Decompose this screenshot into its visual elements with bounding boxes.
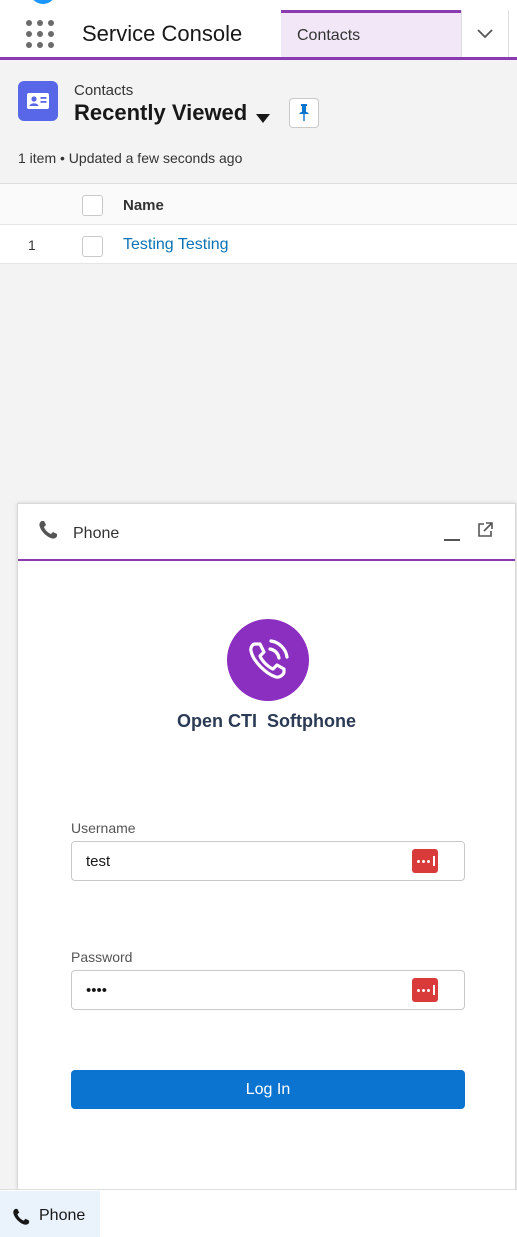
password-field[interactable] [71, 970, 465, 1010]
phone-icon [13, 1208, 30, 1225]
utility-item-phone[interactable]: Phone [0, 1191, 100, 1237]
username-input[interactable] [86, 850, 406, 872]
tab-contacts[interactable]: Contacts [281, 10, 461, 57]
minimize-icon[interactable] [444, 539, 460, 541]
global-header: Service Console Contacts [0, 0, 517, 60]
password-input[interactable] [86, 979, 406, 1001]
list-meta-status: 1 item • Updated a few seconds ago [18, 150, 243, 166]
panel-header: Phone [18, 504, 515, 561]
table-row: 1 Testing Testing [0, 225, 517, 264]
password-label: Password [71, 949, 133, 965]
utility-bar: Phone [0, 1189, 517, 1237]
list-view-header: Contacts Recently Viewed 1 item • Update… [0, 60, 517, 184]
login-button[interactable]: Log In [71, 1070, 465, 1109]
contact-card-icon [18, 81, 58, 121]
phone-icon [39, 521, 57, 539]
caret-down-icon[interactable] [256, 110, 270, 128]
panel-title: Phone [73, 525, 120, 542]
row-number: 1 [28, 237, 36, 253]
password-manager-icon[interactable] [412, 978, 438, 1002]
phone-utility-panel: Phone Open CTI Softphone Username Passwo… [17, 503, 516, 1189]
softphone-brand-name: Open CTI Softphone [177, 711, 356, 731]
username-label: Username [71, 820, 136, 836]
utility-item-label: Phone [39, 1207, 86, 1224]
app-logo [30, 0, 56, 4]
pop-out-icon[interactable] [477, 522, 493, 538]
column-header-name[interactable]: Name [123, 197, 164, 214]
nav-menu-chevron-down-icon[interactable] [461, 10, 509, 57]
contact-name-link[interactable]: Testing Testing [123, 236, 229, 254]
row-checkbox[interactable] [82, 236, 103, 257]
app-name: Service Console [82, 21, 243, 46]
phone-waves-icon [249, 639, 289, 679]
username-field[interactable] [71, 841, 465, 881]
password-manager-icon[interactable] [412, 849, 438, 873]
pin-icon [299, 104, 309, 121]
softphone-logo [227, 619, 309, 701]
object-label: Contacts [74, 82, 134, 99]
tab-contacts-label: Contacts [297, 27, 361, 44]
table-header-row: Name [0, 184, 517, 225]
app-launcher-icon[interactable] [26, 20, 54, 48]
select-all-checkbox[interactable] [82, 195, 103, 216]
pin-list-button[interactable] [289, 98, 319, 128]
list-view-name[interactable]: Recently Viewed [74, 100, 247, 126]
contacts-table: Name 1 Testing Testing [0, 184, 517, 264]
